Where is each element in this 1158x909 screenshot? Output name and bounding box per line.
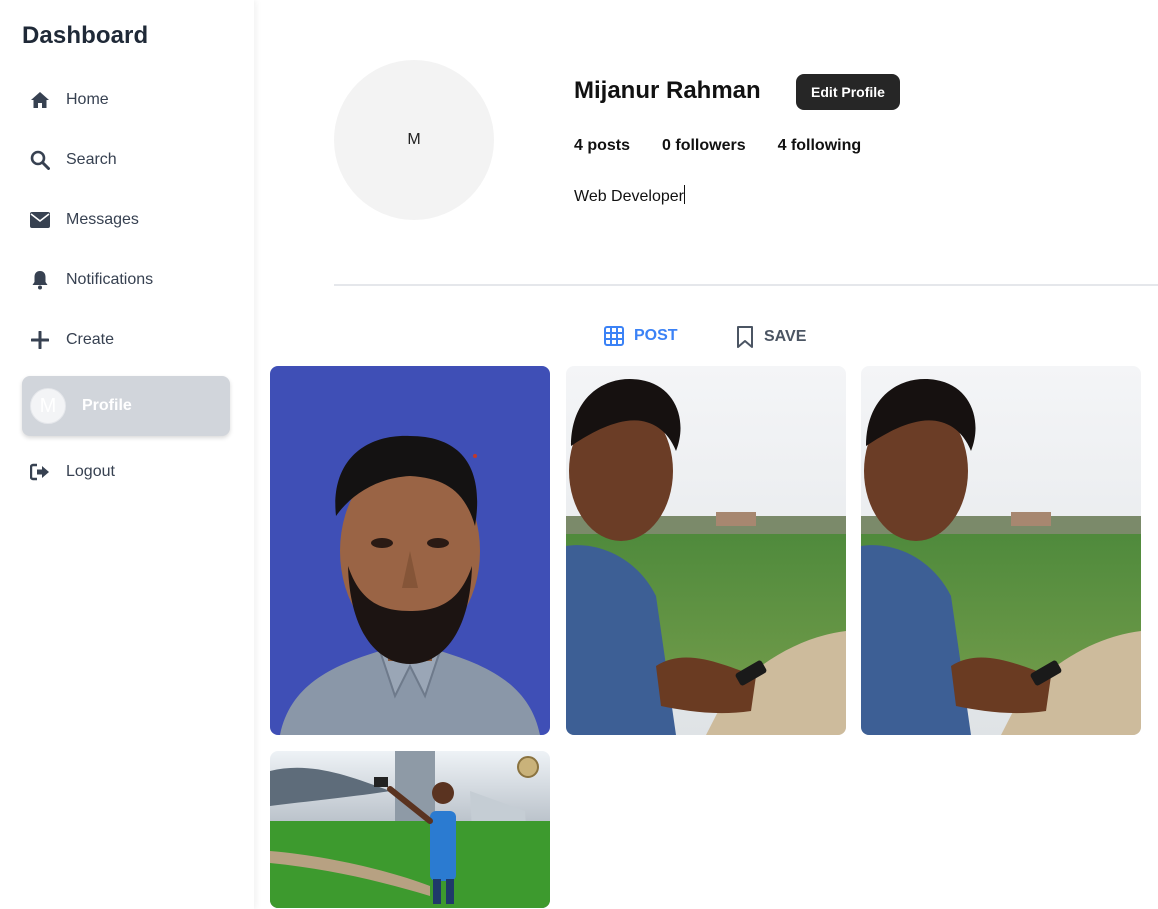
bookmark-icon	[736, 326, 754, 348]
divider	[334, 284, 1158, 286]
edit-profile-button[interactable]: Edit Profile	[796, 74, 900, 110]
post-field-with-phone[interactable]	[566, 366, 846, 735]
grid-icon	[604, 326, 624, 346]
tab-save[interactable]: SAVE	[736, 326, 806, 348]
portrait-image	[270, 366, 550, 735]
envelope-icon	[22, 212, 58, 228]
tab-post-label: POST	[634, 327, 678, 344]
field-photo	[861, 366, 1141, 735]
sidebar-item-label: Home	[66, 91, 109, 108]
profile-stats: 4 posts 0 followers 4 following	[574, 137, 893, 155]
home-icon	[22, 91, 58, 109]
sidebar-item-create[interactable]: Create	[22, 317, 230, 363]
sidebar-item-search[interactable]: Search	[22, 137, 230, 183]
sidebar-item-profile[interactable]: M Profile	[22, 376, 230, 436]
profile-avatar[interactable]: M	[334, 60, 494, 220]
bell-icon	[22, 270, 58, 290]
profile-name: Mijanur Rahman	[574, 77, 761, 104]
sidebar-item-home[interactable]: Home	[22, 77, 230, 123]
text-caret	[683, 185, 685, 204]
sidebar-item-label: Notifications	[66, 271, 154, 288]
sidebar-item-messages[interactable]: Messages	[22, 197, 230, 243]
posts-count: 4 posts	[574, 137, 631, 154]
sidebar-item-logout[interactable]: Logout	[22, 449, 230, 495]
post-field-with-phone[interactable]	[861, 366, 1141, 735]
bio-text: Web Developer	[574, 188, 684, 205]
field-photo	[566, 366, 846, 735]
tab-post[interactable]: POST	[604, 326, 678, 346]
plus-icon	[22, 331, 58, 349]
logout-icon	[22, 463, 58, 481]
sidebar: Dashboard Home Search Messages Notificat…	[0, 0, 254, 909]
avatar: M	[30, 388, 66, 424]
sidebar-item-label: Search	[66, 151, 117, 168]
post-hdr-field-selfie[interactable]	[270, 751, 550, 908]
search-icon	[22, 150, 58, 170]
following-count[interactable]: 4 following	[778, 137, 862, 155]
sidebar-item-label: Messages	[66, 211, 139, 228]
sidebar-item-label: Profile	[82, 397, 132, 414]
post-portrait-blue-background[interactable]	[270, 366, 550, 735]
profile-bio: Web Developer	[574, 185, 685, 206]
sidebar-item-label: Logout	[66, 463, 115, 480]
followers-count[interactable]: 0 followers	[662, 137, 746, 155]
hdr-photo	[270, 751, 550, 908]
app-title: Dashboard	[22, 22, 149, 49]
sidebar-item-notifications[interactable]: Notifications	[22, 257, 230, 303]
tab-save-label: SAVE	[764, 328, 807, 345]
sidebar-item-label: Create	[66, 331, 115, 348]
